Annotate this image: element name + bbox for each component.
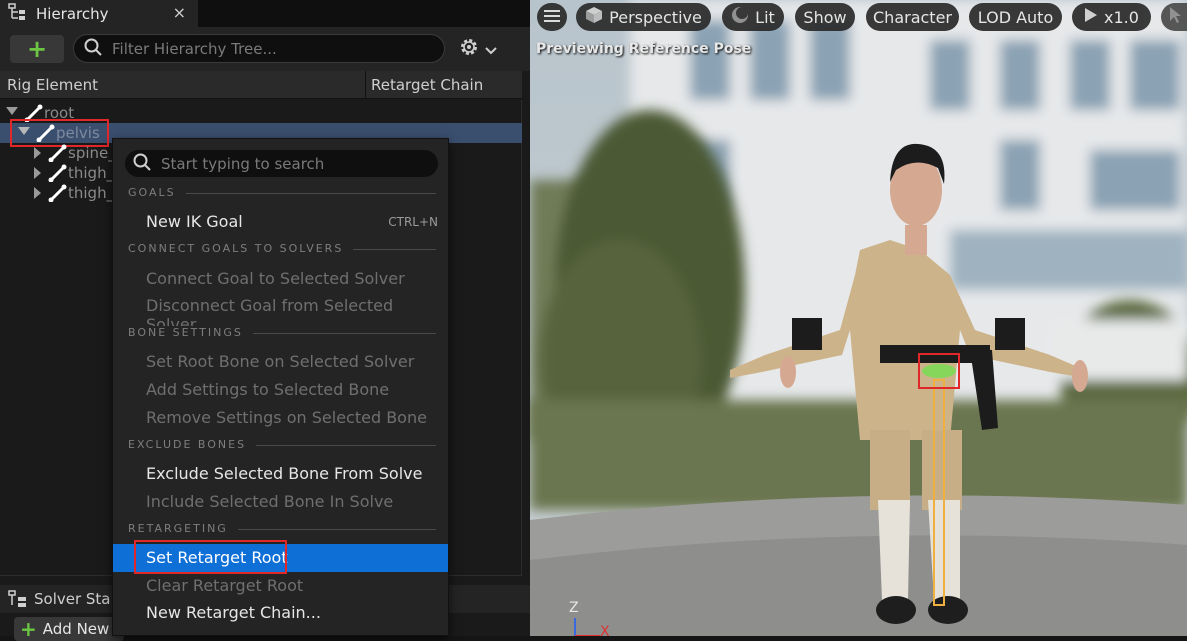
solver-stack-title: Solver Sta [34, 590, 111, 608]
speed-label: x1.0 [1104, 7, 1139, 27]
chevron-down-icon [485, 40, 497, 59]
menu-search-input[interactable]: Start typing to search [125, 150, 438, 177]
add-button[interactable]: + [10, 35, 64, 63]
perspective-dropdown[interactable]: Perspective [576, 3, 711, 31]
viewport-scene [530, 0, 1187, 636]
section-exclude-bones: EXCLUDE BONES [128, 438, 436, 452]
tree-label-thigh-r: thigh_ [68, 184, 115, 202]
viewport-toolbar: Perspective Lit Show Character LOD Auto … [530, 0, 1187, 34]
hierarchy-toolbar: + Filter Hierarchy Tree... [0, 27, 530, 71]
retarget-root-highlight-box [134, 540, 287, 574]
menu-item-clear-retarget-root[interactable]: Clear Retarget Root [113, 573, 448, 599]
menu-search-placeholder: Start typing to search [161, 154, 325, 173]
context-menu: Start typing to search GOALS New IK Goal… [112, 138, 449, 636]
menu-item-disconnect-goal[interactable]: Disconnect Goal from Selected Solver [113, 293, 448, 334]
close-icon[interactable]: × [173, 3, 186, 22]
gear-icon [458, 36, 480, 62]
expand-arrow-icon[interactable] [6, 107, 18, 115]
axis-x-label: X [600, 624, 610, 636]
playback-speed-dropdown[interactable]: x1.0 [1072, 3, 1151, 31]
perspective-label: Perspective [609, 7, 702, 27]
menu-item-new-ik-goal[interactable]: New IK Goal CTRL+N [113, 209, 448, 235]
expand-arrow-icon[interactable] [34, 147, 41, 159]
menu-item-remove-settings[interactable]: Remove Settings on Selected Bone [113, 405, 448, 431]
tree-label-spine: spine_ [68, 144, 116, 162]
lit-dropdown[interactable]: Lit [722, 3, 784, 31]
column-retarget-chain[interactable]: Retarget Chain [371, 76, 483, 94]
viewport[interactable]: Perspective Lit Show Character LOD Auto … [530, 0, 1187, 636]
add-new-solver-button[interactable]: + Add New [14, 617, 124, 641]
expand-arrow-icon[interactable] [34, 187, 41, 199]
shortcut-label: CTRL+N [388, 215, 438, 229]
menu-item-include-bone[interactable]: Include Selected Bone In Solve [113, 489, 448, 515]
menu-item-add-settings[interactable]: Add Settings to Selected Bone [113, 377, 448, 403]
section-bone-settings: BONE SETTINGS [128, 326, 436, 340]
tab-title: Hierarchy [36, 4, 109, 23]
section-retargeting: RETARGETING [128, 522, 436, 536]
lod-dropdown[interactable]: LOD Auto [969, 3, 1062, 31]
lit-sphere-icon [731, 6, 749, 28]
preview-status-label: Previewing Reference Pose [536, 41, 752, 57]
cube-icon [585, 6, 603, 28]
search-icon [133, 153, 151, 175]
tree-label-thigh-l: thigh_ [68, 164, 115, 182]
menu-item-set-root-bone[interactable]: Set Root Bone on Selected Solver [113, 349, 448, 375]
column-rig-element[interactable]: Rig Element [7, 76, 98, 94]
play-icon [1084, 7, 1098, 27]
add-new-label: Add New [42, 620, 110, 638]
cursor-icon [1169, 6, 1183, 28]
section-goals: GOALS [128, 186, 436, 200]
character-label: Character [873, 7, 952, 27]
menu-item-new-retarget-chain[interactable]: New Retarget Chain... [113, 600, 448, 626]
expand-arrow-icon[interactable] [34, 167, 41, 179]
lod-label: LOD Auto [977, 7, 1054, 27]
viewport-menu-button[interactable] [537, 3, 567, 31]
menu-item-exclude-bone[interactable]: Exclude Selected Bone From Solve [113, 461, 448, 487]
plus-icon: + [20, 617, 37, 641]
show-dropdown[interactable]: Show [795, 3, 855, 31]
select-mode-button[interactable] [1161, 3, 1187, 31]
menu-item-connect-goal[interactable]: Connect Goal to Selected Solver [113, 266, 448, 292]
section-connect-goals: CONNECT GOALS TO SOLVERS [128, 242, 436, 256]
hierarchy-icon [8, 2, 28, 25]
column-divider[interactable] [365, 71, 366, 99]
filter-hierarchy-input[interactable]: Filter Hierarchy Tree... [73, 34, 445, 63]
bone-icon [48, 184, 68, 206]
solver-stack-icon [8, 590, 28, 612]
plus-icon: + [26, 35, 48, 63]
search-placeholder: Filter Hierarchy Tree... [112, 39, 277, 58]
search-icon [84, 38, 102, 60]
lit-label: Lit [755, 7, 775, 27]
column-header: Rig Element Retarget Chain [0, 71, 522, 99]
axis-z-label: Z [569, 600, 579, 616]
tab-hierarchy[interactable]: Hierarchy × [0, 0, 198, 27]
tab-bar: Hierarchy × [0, 0, 530, 27]
show-label: Show [803, 7, 847, 27]
settings-dropdown[interactable] [458, 37, 502, 61]
hamburger-icon [544, 8, 560, 27]
character-dropdown[interactable]: Character [866, 3, 959, 31]
